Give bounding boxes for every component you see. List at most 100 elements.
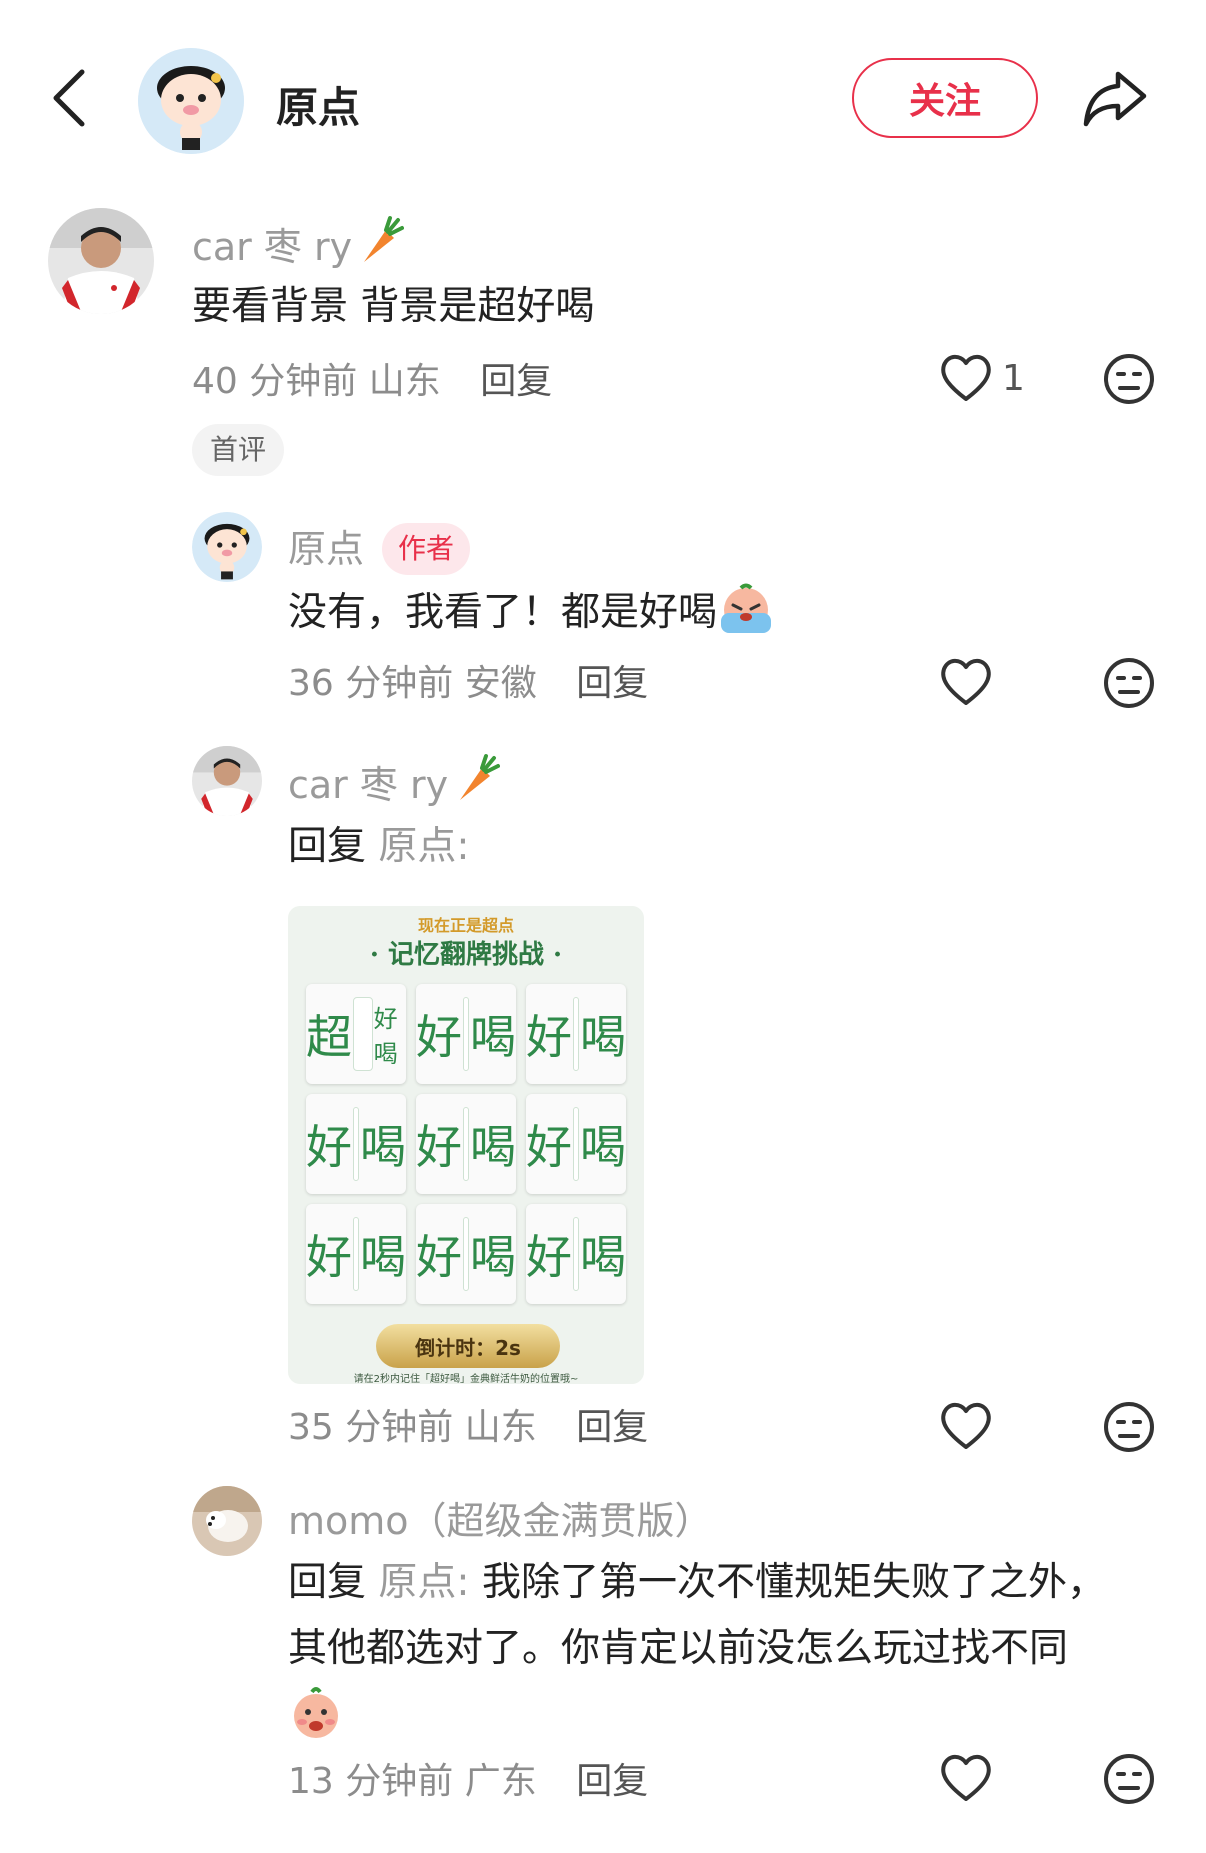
heart-icon[interactable] — [938, 656, 994, 708]
heart-icon[interactable] — [938, 1752, 994, 1804]
author-avatar[interactable] — [138, 48, 244, 154]
comment-time: 36 分钟前 — [288, 663, 454, 704]
comment-location: 山东 — [464, 1407, 537, 1448]
memory-card: 好喝 — [526, 984, 626, 1084]
comment-image[interactable]: 现在正是超点 · 记忆翻牌挑战 · 超好喝 好喝 好喝 好喝 好喝 好喝 好喝 … — [288, 906, 644, 1384]
commenter-avatar[interactable] — [48, 208, 154, 314]
reply-button[interactable]: 回复 — [576, 1407, 648, 1448]
card-char: 喝 — [470, 1010, 516, 1064]
comment-time: 13 分钟前 — [288, 1761, 454, 1802]
milk-bottle-icon — [353, 1217, 359, 1291]
comment-thread-page: 原点 关注 car 枣 ry 要看背景 背景是超好喝 40 分钟前 山东 回复 … — [0, 0, 1206, 1853]
milk-bottle-icon — [573, 997, 579, 1071]
memory-card: 好喝 — [416, 1204, 516, 1304]
memory-card: 超好喝 — [306, 984, 406, 1084]
commenter-avatar[interactable] — [192, 1486, 262, 1556]
countdown-timer: 倒计时：2s — [376, 1324, 560, 1368]
image-title: · 记忆翻牌挑战 · — [369, 940, 563, 970]
memory-card: 好喝 — [306, 1204, 406, 1304]
comment-text: 回复 原点: — [288, 814, 470, 880]
comment-text-body: 没有，我看了！都是好喝 — [288, 590, 718, 635]
comment-text: 回复 原点: 我除了第一次不懂规矩失败了之外， — [288, 1550, 1106, 1616]
card-char: 好 — [306, 1230, 352, 1284]
milk-bottle-icon — [463, 1217, 469, 1291]
dislike-face-icon[interactable] — [1102, 656, 1156, 710]
first-comment-tag: 首评 — [192, 424, 285, 476]
dislike-face-icon[interactable] — [1102, 1400, 1156, 1454]
reply-button[interactable]: 回复 — [480, 361, 552, 402]
comment-time: 35 分钟前 — [288, 1407, 454, 1448]
like-count: 1 — [1002, 358, 1025, 399]
heart-icon[interactable] — [938, 1400, 994, 1452]
memory-card: 好喝 — [306, 1094, 406, 1194]
comment-location: 安徽 — [464, 663, 537, 704]
milk-bottle-icon — [463, 1107, 469, 1181]
comment-text: 要看背景 背景是超好喝 — [192, 284, 595, 329]
comment-text: 没有，我看了！都是好喝 — [288, 580, 775, 658]
memory-card-grid: 超好喝 好喝 好喝 好喝 好喝 好喝 好喝 好喝 好喝 — [306, 984, 626, 1310]
reply-prefix: 回复 — [288, 1560, 367, 1605]
card-char: 好 — [416, 1230, 462, 1284]
reply-to-user[interactable]: 原点: — [378, 1560, 469, 1605]
milk-bottle-icon — [353, 997, 373, 1071]
comment-location: 广东 — [464, 1761, 537, 1802]
username-text[interactable]: 原点 — [288, 527, 364, 571]
author-reply-avatar[interactable] — [192, 512, 262, 582]
comment-text-line: 我除了第一次不懂规矩失败了之外， — [481, 1560, 1106, 1605]
comment-username[interactable]: car 枣 ry — [192, 214, 405, 275]
card-char: 喝 — [580, 1120, 626, 1174]
commenter-avatar[interactable] — [192, 746, 262, 816]
share-icon[interactable] — [1080, 66, 1150, 130]
reply-button[interactable]: 回复 — [576, 663, 648, 704]
carrot-emoji-icon — [452, 752, 501, 813]
comment-username[interactable]: 原点 作者 — [288, 518, 471, 575]
card-char: 喝 — [580, 1230, 626, 1284]
crying-emoji-icon — [717, 583, 775, 658]
comment-text-line: 其他都选对了。你肯定以前没怎么玩过找不同 — [288, 1626, 1069, 1671]
comment-meta: 35 分钟前 山东 回复 — [288, 1398, 648, 1450]
milk-bottle-icon — [573, 1107, 579, 1181]
comment-username[interactable]: momo（超级金满贯版） — [288, 1490, 713, 1545]
heart-icon[interactable] — [938, 352, 994, 404]
card-char: 好 — [526, 1230, 572, 1284]
author-badge: 作者 — [382, 523, 471, 575]
shy-emoji-icon — [290, 1684, 342, 1744]
comment-meta: 40 分钟前 山东 回复 — [192, 352, 552, 404]
reply-prefix: 回复 — [288, 824, 367, 869]
card-char: 喝 — [360, 1230, 406, 1284]
card-char: 喝 — [470, 1230, 516, 1284]
card-char: 喝 — [360, 1120, 406, 1174]
card-char: 好 — [526, 1010, 572, 1064]
memory-card: 好喝 — [526, 1204, 626, 1304]
comment-username[interactable]: car 枣 ry — [288, 752, 501, 813]
memory-card: 好喝 — [416, 1094, 516, 1194]
reply-to-user[interactable]: 原点: — [378, 824, 469, 869]
author-name[interactable]: 原点 — [276, 74, 360, 135]
back-arrow-icon[interactable] — [48, 66, 96, 130]
card-char: 好 — [416, 1120, 462, 1174]
carrot-emoji-icon — [356, 214, 405, 275]
image-caption: 请在2秒内记住「超好喝」金典鲜活牛奶的位置哦~ — [353, 1374, 579, 1384]
username-text[interactable]: car 枣 ry — [192, 225, 352, 269]
memory-card: 好喝 — [416, 984, 516, 1084]
card-char: 好喝 — [373, 1005, 398, 1068]
dislike-face-icon[interactable] — [1102, 1752, 1156, 1806]
milk-bottle-icon — [573, 1217, 579, 1291]
card-char: 好 — [306, 1120, 352, 1174]
dislike-face-icon[interactable] — [1102, 352, 1156, 406]
image-top-banner: 现在正是超点 — [417, 916, 514, 935]
memory-card: 好喝 — [526, 1094, 626, 1194]
card-char: 好 — [416, 1010, 462, 1064]
card-char: 好 — [526, 1120, 572, 1174]
reply-button[interactable]: 回复 — [576, 1761, 648, 1802]
card-char: 喝 — [580, 1010, 626, 1064]
card-char: 超 — [306, 1010, 352, 1064]
card-char: 喝 — [470, 1120, 516, 1174]
follow-button[interactable]: 关注 — [852, 58, 1038, 138]
milk-bottle-icon — [353, 1107, 359, 1181]
comment-location: 山东 — [368, 361, 441, 402]
comment-meta: 36 分钟前 安徽 回复 — [288, 654, 648, 706]
milk-bottle-icon — [463, 997, 469, 1071]
comment-time: 40 分钟前 — [192, 361, 358, 402]
username-text[interactable]: car 枣 ry — [288, 763, 448, 807]
